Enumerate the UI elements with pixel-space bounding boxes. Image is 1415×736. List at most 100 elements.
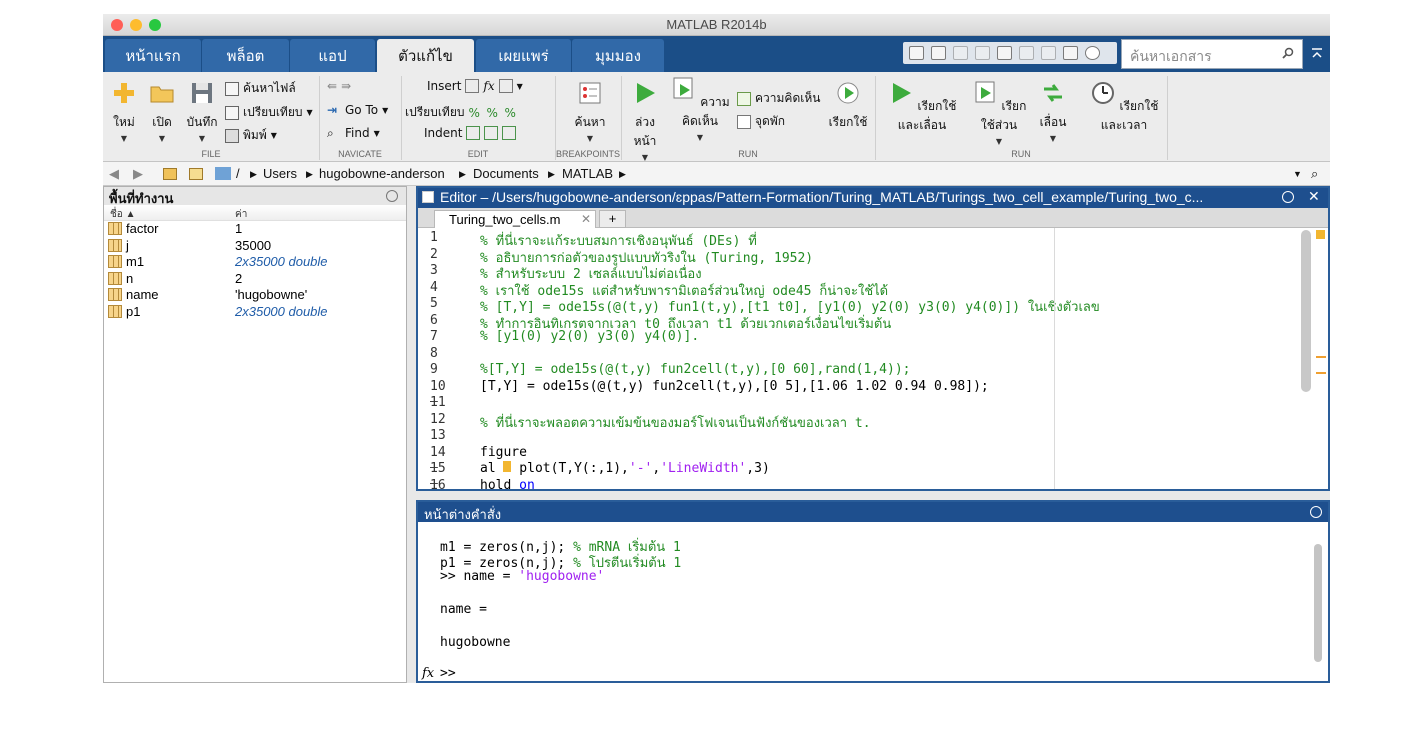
- line-number[interactable]: 2: [430, 247, 454, 262]
- decrease-indent-icon[interactable]: [502, 126, 517, 140]
- new-button[interactable]: ใหม่ ▼: [109, 80, 139, 143]
- path-root[interactable]: /: [236, 166, 240, 181]
- workspace-variable-row[interactable]: j 35000: [104, 238, 406, 255]
- collapse-ribbon-icon[interactable]: [1310, 46, 1324, 60]
- tab-publish[interactable]: เผยแพร่: [476, 39, 571, 72]
- help-icon[interactable]: [1085, 46, 1100, 60]
- nav-back-icon[interactable]: ⇚: [327, 79, 337, 93]
- command-options-icon[interactable]: [1310, 506, 1322, 518]
- workspace-variable-row[interactable]: factor 1: [104, 221, 406, 238]
- switch-windows-icon[interactable]: [1063, 46, 1078, 60]
- layout-icon[interactable]: [909, 46, 924, 60]
- code-line[interactable]: [T,Y] = ode15s(@(t,y) fun2cell(t,y),[0 5…: [480, 379, 989, 394]
- copy-icon[interactable]: [975, 46, 990, 60]
- comment-button[interactable]: ความคิดเห็น ▼: [669, 76, 731, 142]
- breakpoints-button[interactable]: ค้นหา ▼: [569, 80, 611, 143]
- tab-plots[interactable]: พล็อต: [202, 39, 289, 72]
- search-icon[interactable]: [1282, 47, 1294, 59]
- breakpoint-button[interactable]: จุดพัก: [737, 112, 785, 131]
- workspace-variable-row[interactable]: n2: [104, 271, 406, 288]
- back-forward-nav[interactable]: ⇚ ⇛: [327, 79, 351, 93]
- path-search-icon[interactable]: ⌕: [1311, 166, 1318, 182]
- editor-scrollbar[interactable]: [1301, 230, 1311, 392]
- browse-folder-icon[interactable]: [189, 168, 203, 180]
- path-user[interactable]: hugobowne-anderson: [319, 166, 445, 181]
- advance-button[interactable]: เลื่อน ▼: [1035, 80, 1071, 143]
- paste-icon[interactable]: [997, 46, 1012, 60]
- path-users[interactable]: Users: [263, 166, 297, 181]
- tab-home[interactable]: หน้าแรก: [105, 39, 201, 72]
- forward-icon[interactable]: ▶: [133, 166, 143, 182]
- col-name-header[interactable]: ชื่อ ▲: [110, 207, 135, 222]
- tab-apps[interactable]: แอป: [290, 39, 375, 72]
- command-prompt[interactable]: >>: [440, 666, 456, 681]
- line-number[interactable]: 11: [430, 395, 454, 410]
- indent-button[interactable]: Indent: [424, 126, 517, 140]
- line-number[interactable]: 12: [430, 412, 454, 427]
- tab-editor[interactable]: ตัวแก้ไข: [377, 39, 474, 72]
- uncomment-icon[interactable]: %: [486, 106, 500, 120]
- path-matlab[interactable]: MATLAB: [562, 166, 613, 181]
- code-line[interactable]: % ที่นี่เราจะพลอตความเข้มข้นของมอร์โฟเจน…: [480, 412, 871, 433]
- line-number[interactable]: 1: [430, 230, 454, 245]
- path-documents[interactable]: Documents: [473, 166, 539, 181]
- code-area[interactable]: 1% ที่นี่เราจะแก้ระบบสมการเชิงอนุพันธ์ (…: [418, 228, 1328, 489]
- warning-marker[interactable]: [1316, 372, 1326, 374]
- line-number[interactable]: 6: [430, 313, 454, 328]
- smart-indent-icon[interactable]: [466, 126, 481, 140]
- warning-marker[interactable]: [1316, 356, 1326, 358]
- print-button[interactable]: พิมพ์ ▼: [225, 126, 277, 145]
- editor-options-icon[interactable]: [1282, 191, 1294, 203]
- tab-view[interactable]: มุมมอง: [572, 39, 664, 72]
- workspace-variable-row[interactable]: name 'hugobowne': [104, 287, 406, 304]
- line-number[interactable]: 13: [430, 428, 454, 443]
- path-dropdown-icon[interactable]: ▼: [1293, 169, 1302, 179]
- run-section-button[interactable]: เรียกใช้ส่วน ▼: [969, 80, 1029, 146]
- documentation-search-input[interactable]: ค้นหาเอกสาร: [1121, 39, 1303, 69]
- line-number[interactable]: 16 –: [430, 478, 454, 490]
- edit-compare-button[interactable]: เปรียบเทียบ % % %: [405, 103, 518, 122]
- undo-icon[interactable]: [1019, 46, 1034, 60]
- editor-close-icon[interactable]: ✕: [1308, 188, 1320, 205]
- line-number[interactable]: 5: [430, 296, 454, 311]
- code-line[interactable]: figure: [480, 445, 527, 460]
- comment2-button[interactable]: ความคิดเห็น: [737, 89, 820, 108]
- back-icon[interactable]: ◀: [109, 166, 119, 182]
- code-line[interactable]: hold on: [480, 478, 535, 490]
- fx-icon[interactable]: fx: [483, 79, 494, 93]
- fx-icon[interactable]: fx: [422, 666, 434, 681]
- col-value-header[interactable]: ค่า: [235, 207, 247, 222]
- close-tab-icon[interactable]: ✕: [581, 212, 591, 226]
- wrap-comments-icon[interactable]: %: [504, 106, 518, 120]
- line-number[interactable]: 3: [430, 263, 454, 278]
- find-button[interactable]: ⌕ Find ▼: [327, 126, 380, 140]
- command-scrollbar[interactable]: [1314, 544, 1322, 662]
- new-tab-button[interactable]: +: [599, 210, 626, 228]
- comment-icon[interactable]: %: [468, 106, 482, 120]
- open-button[interactable]: เปิด ▼: [147, 80, 177, 143]
- code-analyzer-indicator[interactable]: [1316, 230, 1325, 239]
- workspace-variable-row[interactable]: p1 2x35000 double: [104, 304, 406, 321]
- goto-button[interactable]: ⇥ Go To ▼: [327, 103, 388, 117]
- compare-button[interactable]: เปรียบเทียบ ▼: [225, 103, 313, 122]
- find-files-button[interactable]: ค้นหาไฟล์: [225, 79, 296, 98]
- workspace-options-icon[interactable]: [386, 190, 398, 202]
- code-line[interactable]: al plot(T,Y(:,1),'-','LineWidth',3): [480, 461, 770, 476]
- run-and-advance-button[interactable]: เรียกใช้และเลื่อน: [879, 80, 965, 135]
- run-button[interactable]: เรียกใช้: [827, 80, 869, 132]
- file-tab[interactable]: Turing_two_cells.m ✕: [434, 210, 596, 228]
- line-number[interactable]: 8: [430, 346, 454, 361]
- run-and-time-button[interactable]: เรียกใช้และเวลา: [1081, 80, 1167, 135]
- nav-forward-icon[interactable]: ⇛: [341, 79, 351, 93]
- save-icon[interactable]: [931, 46, 946, 60]
- line-number[interactable]: 4: [430, 280, 454, 295]
- code-line[interactable]: %[T,Y] = ode15s(@(t,y) fun2cell(t,y),[0 …: [480, 362, 910, 377]
- insert-button[interactable]: Insert fx ▼: [427, 79, 523, 93]
- up-folder-icon[interactable]: [163, 168, 177, 180]
- cut-icon[interactable]: [953, 46, 968, 60]
- code-line[interactable]: % [y1(0) y2(0) y3(0) y4(0)].: [480, 329, 699, 344]
- line-number[interactable]: 9: [430, 362, 454, 377]
- workspace-variable-row[interactable]: m1 2x35000 double: [104, 254, 406, 271]
- save-button[interactable]: บันทึก ▼: [185, 80, 219, 143]
- line-number[interactable]: 7: [430, 329, 454, 344]
